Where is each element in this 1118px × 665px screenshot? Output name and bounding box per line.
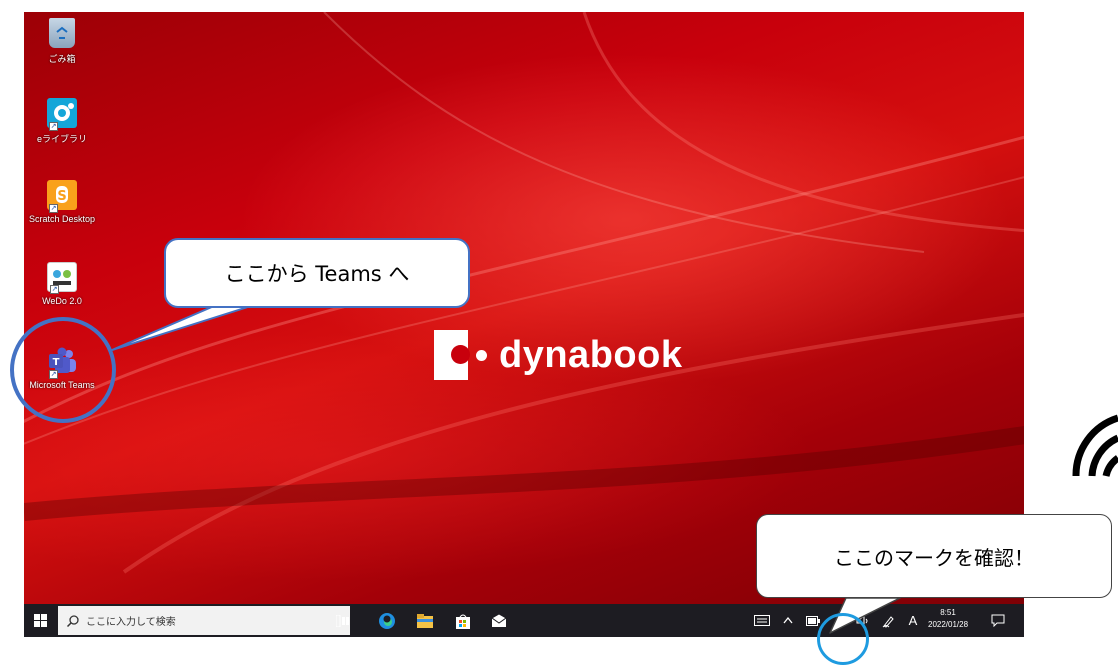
large-wifi-icon (1072, 414, 1118, 477)
slide-frame: ごみ箱 ↗ eライブラリ S ↗ Scratch Desktop ↗ WeDo … (0, 0, 1118, 665)
teams-highlight-circle (10, 317, 116, 423)
network-highlight-circle (817, 613, 869, 665)
teams-callout: ここから Teams へ (164, 238, 470, 308)
network-callout: ここのマークを確認！ (756, 514, 1112, 598)
